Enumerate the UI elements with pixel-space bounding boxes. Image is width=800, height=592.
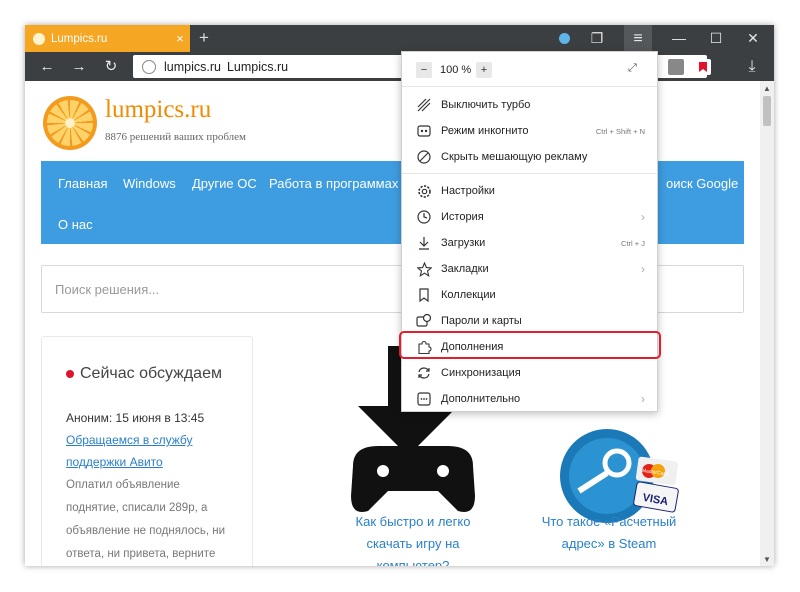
tab-title: Lumpics.ru	[51, 32, 108, 45]
menu-item-windows[interactable]: Windows	[123, 176, 176, 191]
menu-item-about[interactable]: О нас	[58, 217, 93, 232]
menu-item-label: Выключить турбо	[441, 99, 531, 111]
key-icon	[413, 313, 435, 329]
menu-item-history[interactable]: История ›	[402, 204, 657, 230]
scroll-thumb[interactable]	[763, 96, 771, 126]
article-caption-line[interactable]: Как быстро и легко	[343, 511, 483, 533]
menu-item-turbo[interactable]: Выключить турбо	[402, 92, 657, 118]
menu-item-home[interactable]: Главная	[58, 176, 107, 191]
menu-item-more[interactable]: Дополнительно ›	[402, 386, 657, 412]
scroll-down-icon[interactable]: ▼	[763, 555, 771, 564]
site-logo[interactable]	[43, 96, 97, 150]
comment-text-line: ответа, ни привета, верните	[66, 548, 216, 560]
submenu-chevron-icon: ›	[641, 262, 645, 276]
rocket-icon	[413, 97, 435, 113]
comment-link-line2[interactable]: поддержки Авито	[66, 455, 163, 469]
menu-item-shortcut: Ctrl + Shift + N	[595, 126, 645, 136]
comment-link-line1[interactable]: Обращаемся в службу	[66, 433, 192, 447]
back-button[interactable]: ←	[33, 52, 61, 81]
clock-icon	[413, 209, 435, 225]
comment-text-line: Оплатил объявление	[66, 479, 180, 491]
browser-window: Lumpics.ru × + ❐ ≡ — ☐ ✕ ← → ↻ lumpics.r…	[25, 25, 774, 566]
article-caption-line[interactable]: адрес» в Steam	[529, 533, 689, 555]
navigation-bar: ← → ↻ lumpics.ru Lumpics.ru ⤓	[25, 52, 774, 81]
menu-item-label: Синхронизация	[441, 367, 521, 379]
fullscreen-icon[interactable]: ⤢	[628, 62, 637, 75]
submenu-chevron-icon: ›	[641, 392, 645, 406]
logo-center	[65, 118, 75, 128]
block-icon	[413, 149, 435, 165]
menu-item-block-ads[interactable]: Скрыть мешающую рекламу	[402, 144, 657, 170]
comment-text-line: поднятие, списали 289р, а	[66, 502, 208, 514]
download-icon	[413, 235, 435, 251]
menu-item-label: Настройки	[441, 185, 495, 197]
zoom-level: 100 %	[440, 64, 472, 76]
gear-icon	[413, 183, 435, 199]
comment-text-line: объявление не поднялось, ни	[66, 525, 226, 537]
zoom-in-button[interactable]: +	[476, 62, 492, 78]
live-dot-icon	[66, 369, 74, 378]
address-page-title: Lumpics.ru	[226, 59, 289, 74]
minimize-button[interactable]: —	[665, 25, 693, 52]
menu-item-label: Коллекции	[441, 289, 496, 301]
new-tab-button[interactable]: +	[192, 25, 216, 52]
close-window-button[interactable]: ✕	[738, 25, 768, 52]
scroll-up-icon[interactable]: ▲	[763, 84, 771, 93]
menu-item-google-search[interactable]: оиск Google	[666, 176, 738, 191]
menu-item-label: Скрыть мешающую рекламу	[441, 151, 588, 163]
menu-item-bookmarks[interactable]: Закладки ›	[402, 256, 657, 282]
extension-icon[interactable]	[668, 59, 684, 75]
collections-icon	[413, 287, 435, 303]
browser-tab[interactable]: Lumpics.ru ×	[25, 25, 190, 52]
article-caption[interactable]: Как быстро и легко скачать игру на компь…	[343, 511, 483, 566]
menu-item-other-os[interactable]: Другие ОС	[192, 176, 257, 191]
alice-icon[interactable]	[553, 25, 575, 52]
downloads-button[interactable]: ⤓	[738, 52, 766, 81]
sync-icon	[413, 365, 435, 381]
menu-separator	[402, 173, 657, 174]
menu-item-settings[interactable]: Настройки	[402, 178, 657, 204]
more-icon	[413, 391, 435, 407]
star-icon	[413, 261, 435, 277]
site-name[interactable]: lumpics.ru	[105, 96, 211, 124]
tab-close-icon[interactable]: ×	[170, 31, 190, 46]
menu-item-label: Пароли и карты	[441, 315, 522, 327]
menu-item-label: История	[441, 211, 484, 223]
menu-item-label: Дополнительно	[441, 393, 521, 405]
incognito-icon	[413, 123, 435, 139]
menu-item-shortcut: Ctrl + J	[621, 238, 645, 248]
menu-item-incognito[interactable]: Режим инкогнито Ctrl + Shift + N	[402, 118, 657, 144]
article-caption-line[interactable]: скачать игру на	[343, 533, 483, 555]
menu-item-programs[interactable]: Работа в программах	[269, 176, 398, 191]
globe-icon	[142, 59, 156, 74]
page-scrollbar[interactable]: ▲ ▼	[760, 81, 774, 566]
discussion-widget: Сейчас обсуждаем Аноним: 15 июня в 13:45…	[41, 336, 253, 566]
menu-item-downloads[interactable]: Загрузки Ctrl + J	[402, 230, 657, 256]
article-caption-line[interactable]: компьютер?	[343, 555, 483, 566]
menu-item-sync[interactable]: Синхронизация	[402, 360, 657, 386]
zoom-out-button[interactable]: −	[416, 62, 432, 78]
forward-button[interactable]: →	[65, 52, 93, 81]
collections-icon[interactable]: ❐	[584, 25, 610, 52]
discussion-title: Сейчас обсуждаем	[66, 365, 222, 383]
article-caption[interactable]: Что такое «Расчетный адрес» в Steam	[529, 511, 689, 555]
comment-meta: Аноним: 15 июня в 13:45	[66, 411, 205, 425]
menu-item-label: Режим инкогнито	[441, 125, 529, 137]
menu-item-label: Загрузки	[441, 237, 486, 249]
maximize-button[interactable]: ☐	[702, 25, 730, 52]
menu-item-label: Закладки	[441, 263, 489, 275]
menu-item-collections[interactable]: Коллекции	[402, 282, 657, 308]
highlight-annotation	[399, 331, 661, 359]
article-caption-line[interactable]: Что такое «Расчетный	[529, 511, 689, 533]
discussion-title-text: Сейчас обсуждаем	[80, 365, 222, 382]
menu-button[interactable]: ≡	[624, 25, 652, 52]
favicon-icon	[33, 32, 45, 45]
reload-button[interactable]: ↻	[97, 52, 125, 81]
bookmark-extension-icon[interactable]	[695, 59, 711, 75]
title-bar: Lumpics.ru × + ❐ ≡ — ☐ ✕	[25, 25, 774, 52]
zoom-row: − 100 % + ⤢	[402, 52, 657, 87]
submenu-chevron-icon: ›	[641, 210, 645, 224]
address-domain: lumpics.ru	[164, 59, 221, 74]
site-tagline: 8876 решений ваших проблем	[105, 131, 246, 143]
